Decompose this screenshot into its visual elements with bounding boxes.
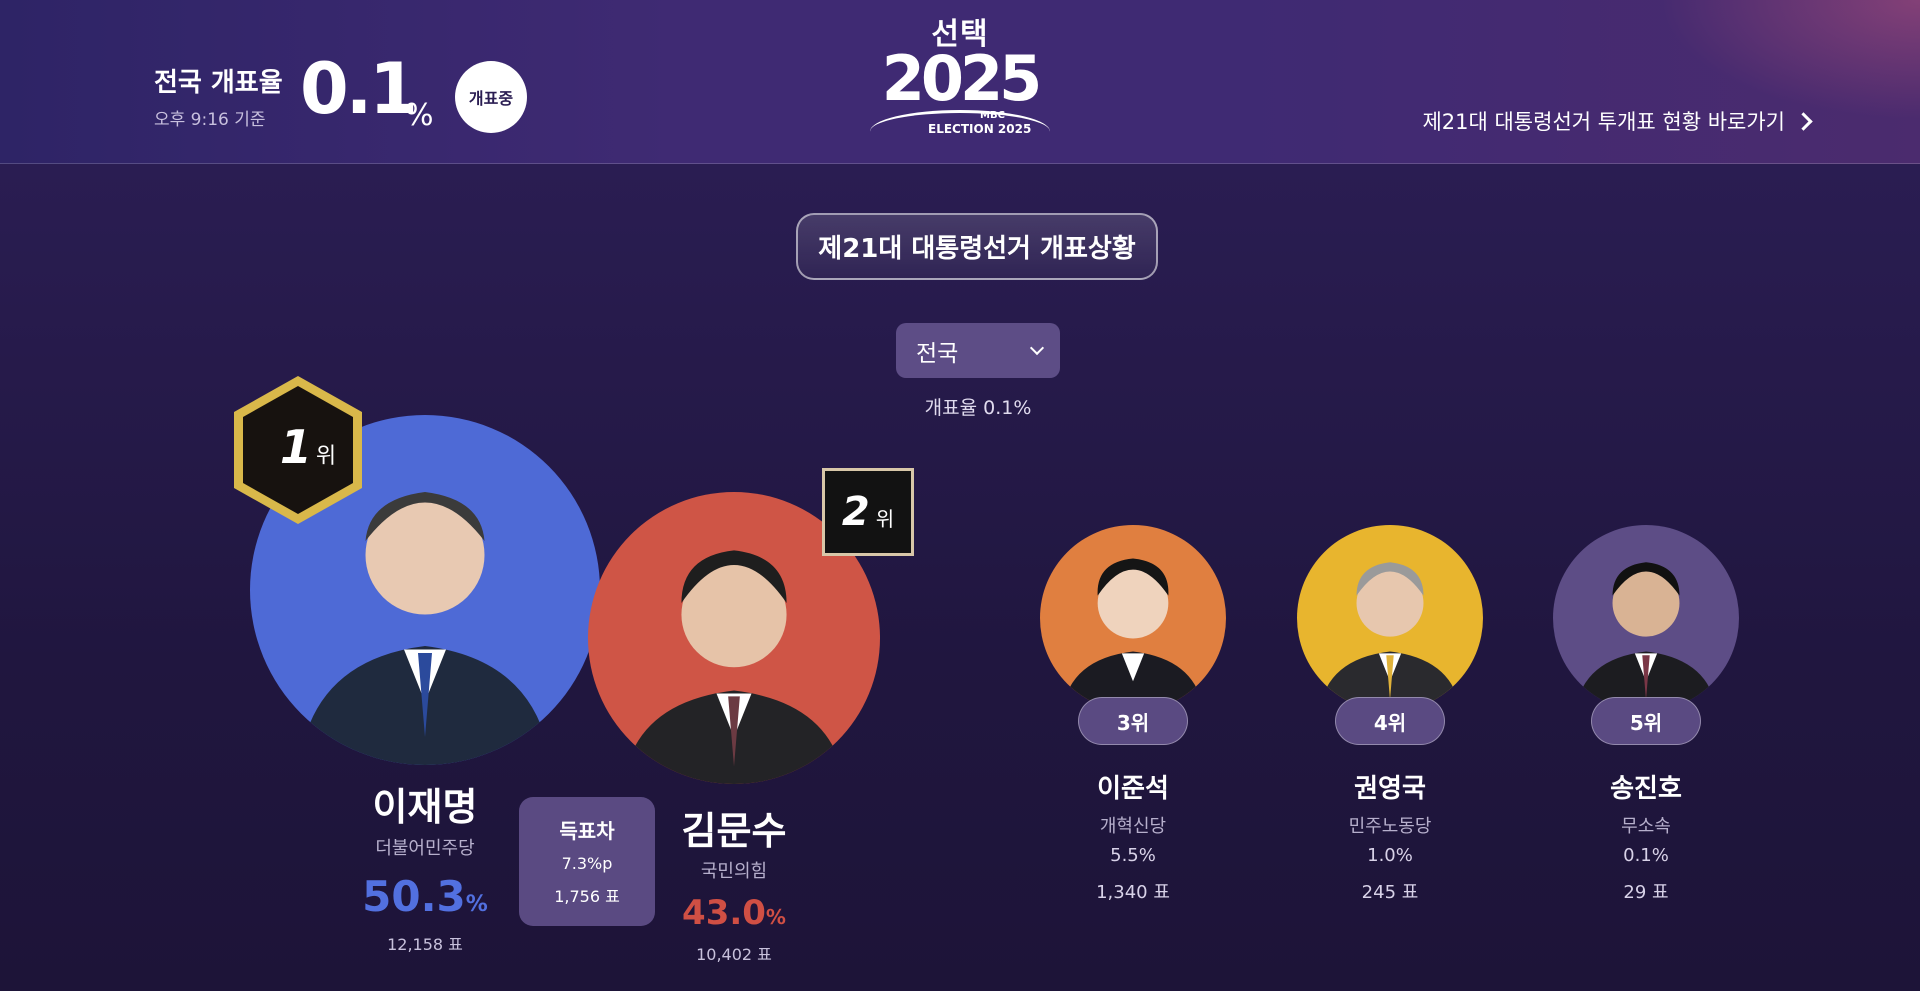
logo-mbc: MBC: [980, 110, 1005, 121]
candidate-1-percent-unit: %: [465, 892, 488, 917]
candidate-1-percent-value: 50.3: [362, 872, 466, 921]
candidate-2-votes: 10,402 표: [696, 945, 772, 964]
vote-gap-box: 득표차 7.3%p 1,756 표: [519, 797, 655, 926]
candidate-1-name: 이재명: [372, 785, 478, 829]
candidate-4-photo: [1297, 525, 1483, 711]
rank-2-suffix: 위: [875, 506, 895, 531]
candidate-4-party: 민주노동당: [1348, 816, 1432, 837]
chevron-right-icon: [1794, 111, 1813, 131]
candidate-5-percent: 0.1%: [1623, 845, 1669, 866]
candidate-1-party: 더불어민주당: [375, 838, 475, 859]
count-rate-unit: %: [405, 98, 434, 133]
rank-1-suffix: 위: [315, 444, 337, 469]
candidate-5-name: 송진호: [1610, 774, 1682, 804]
candidate-2-percent-value: 43.0: [682, 893, 766, 933]
candidate-3-photo: [1040, 525, 1226, 711]
candidate-5-photo: [1553, 525, 1739, 711]
vote-gap-percent: 7.3%p: [561, 854, 613, 873]
logo-subtitle: ELECTION 2025: [928, 122, 1032, 136]
candidate-2-party: 국민의힘: [700, 861, 768, 882]
candidate-3-percent: 5.5%: [1110, 845, 1156, 866]
rank-3-badge: 3위: [1078, 697, 1188, 745]
rank-1-number: 1: [279, 420, 312, 474]
vote-status-link[interactable]: 제21대 대통령선거 투개표 현황 바로가기: [1422, 106, 1813, 136]
vote-status-link-label: 제21대 대통령선거 투개표 현황 바로가기: [1422, 110, 1785, 134]
candidate-4-votes: 245 표: [1361, 882, 1419, 903]
page-title: 제21대 대통령선거 개표상황: [796, 213, 1158, 280]
region-select-value: 전국: [916, 340, 959, 367]
region-select[interactable]: 전국: [896, 323, 1060, 378]
candidate-3-votes: 1,340 표: [1096, 882, 1170, 903]
region-count-rate: 개표율 0.1%: [924, 397, 1032, 419]
candidate-2-name: 김문수: [681, 809, 787, 853]
candidate-1-percent: 50.3%: [325, 872, 525, 921]
candidate-4-silhouette: [1319, 562, 1461, 711]
count-rate-value: 0.1: [300, 48, 418, 130]
candidate-1-votes: 12,158 표: [387, 935, 463, 954]
top-header: 전국 개표율 오후 9:16 기준 0.1 % 개표중 선택 2025 MBC …: [0, 0, 1920, 164]
rank-1-badge: 1위: [268, 420, 348, 474]
rank-2-number: 2: [841, 489, 870, 535]
rank-5-badge: 5위: [1591, 697, 1701, 745]
candidate-3-silhouette: [1062, 558, 1204, 711]
candidate-3-name: 이준석: [1097, 774, 1169, 804]
chevron-down-icon: [1029, 340, 1045, 356]
candidate-5-party: 무소속: [1621, 816, 1671, 837]
candidate-5-silhouette: [1575, 562, 1717, 711]
count-rate-timestamp: 오후 9:16 기준: [154, 110, 266, 130]
vote-gap-title: 득표차: [559, 819, 615, 843]
rank-4-badge: 4위: [1335, 697, 1445, 745]
national-count-rate-label: 전국 개표율: [154, 68, 283, 98]
candidate-4-name: 권영국: [1354, 774, 1426, 804]
election-logo[interactable]: 선택 2025 MBC ELECTION 2025: [860, 14, 1060, 140]
candidate-5-votes: 29 표: [1623, 882, 1669, 903]
counting-status-badge: 개표중: [455, 61, 527, 133]
candidate-2-percent-unit: %: [765, 905, 786, 929]
candidate-2-percent: 43.0%: [634, 893, 834, 933]
logo-year: 2025: [881, 42, 1043, 115]
candidate-4-percent: 1.0%: [1367, 845, 1413, 866]
vote-gap-votes: 1,756 표: [554, 887, 620, 906]
candidate-3-party: 개혁신당: [1099, 816, 1167, 837]
rank-2-badge: 2위: [822, 468, 914, 556]
